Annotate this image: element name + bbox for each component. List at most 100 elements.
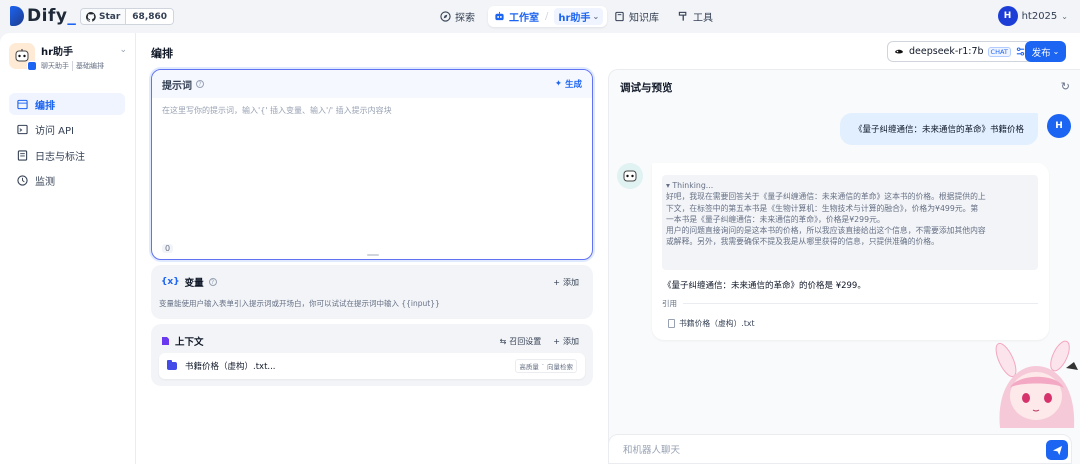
- nav-separator: /: [545, 11, 549, 22]
- bot-avatar: [617, 163, 643, 189]
- app-header[interactable]: hr助手 聊天助手 基础编排 ⌄: [9, 43, 127, 71]
- publish-button[interactable]: 发布 ⌄: [1025, 41, 1066, 62]
- app-icon: [9, 43, 37, 71]
- help-icon[interactable]: ?: [208, 278, 217, 286]
- variables-title: 变量: [184, 278, 204, 289]
- tag-index: 向量检索: [547, 363, 573, 371]
- logo-text: Dify_: [27, 6, 77, 26]
- variables-description: 变量能使用户输入表单引入提示词或开场白，你可以试试在提示词中输入 {{input…: [159, 299, 440, 308]
- anime-mascot-image: [995, 340, 1078, 428]
- user-menu[interactable]: H ht2025 ⌄: [997, 6, 1068, 26]
- chat-input[interactable]: 和机器人聊天: [608, 434, 1072, 464]
- plus-icon: +: [553, 336, 560, 346]
- nav-explore-label: 探索: [455, 13, 475, 24]
- user-message: 《量子纠缠通信：未来通信的革命》书籍价格: [840, 113, 1038, 145]
- generate-button[interactable]: ✦ 生成: [555, 78, 582, 90]
- citation-header: 引用: [662, 298, 1038, 309]
- app-sidebar: hr助手 聊天助手 基础编排 ⌄ 编排 访问 API 日志与标注 监测: [0, 33, 136, 464]
- thinking-line: 用户的问题直接询问的是这本书的价格，所以我应该直接给出这个信息，不需要添加其他内…: [666, 226, 986, 236]
- github-icon: [86, 11, 96, 22]
- citation-label: 引用: [662, 299, 677, 308]
- tag-separator: ·: [541, 361, 544, 369]
- nav-knowledge-label: 知识库: [629, 13, 659, 24]
- chevron-down-icon: ⌄: [1061, 11, 1068, 21]
- chevron-down-icon: ⌄: [1052, 47, 1060, 56]
- page-title: 编排: [151, 47, 173, 60]
- sidebar-item-label: 监测: [35, 176, 55, 188]
- sparkle-icon: ✦: [554, 79, 562, 89]
- logo-mark-icon: [10, 6, 24, 26]
- model-name: deepseek-r1:7b: [909, 46, 984, 57]
- prompt-placeholder[interactable]: 在这里写你的提示词，输入'{' 插入变量、输入'/' 插入提示内容块: [152, 98, 592, 123]
- context-panel: 上下文 ⇆ 召回设置 + 添加 书籍价格（虚构）.txt... 高质量 · 向量…: [151, 324, 593, 386]
- recall-settings-button[interactable]: ⇆ 召回设置: [500, 336, 542, 347]
- context-item-tags: 高质量 · 向量检索: [515, 359, 577, 373]
- sidebar-item-logs[interactable]: 日志与标注: [9, 144, 125, 166]
- user-avatar: H: [1047, 114, 1071, 138]
- github-star-button[interactable]: Star 68,860: [80, 8, 175, 25]
- sidebar-item-label: 日志与标注: [35, 151, 85, 163]
- thinking-line: 下文，在标签中的第五本书是《生物计算机：生物技术与计算的融合》，价格为¥499元…: [666, 203, 979, 213]
- user-avatar: H: [997, 6, 1018, 26]
- plus-icon: +: [553, 277, 560, 287]
- sidebar-item-api[interactable]: 访问 API: [9, 118, 125, 140]
- citation-file[interactable]: 书籍价格（虚构）.txt: [668, 318, 755, 329]
- divider: [683, 303, 1038, 304]
- app-switcher[interactable]: hr助手 ⌄: [554, 8, 604, 25]
- prompt-editor[interactable]: 提示词 ? ✦ 生成 在这里写你的提示词，输入'{' 插入变量、输入'/' 插入…: [151, 69, 593, 260]
- nav-explore[interactable]: 探索: [434, 6, 481, 27]
- sliders-icon: ⇆: [499, 336, 507, 346]
- variables-panel: {x} 变量 ? + 添加 变量能使用户输入表单引入提示词或开场白，你可以试试在…: [151, 265, 593, 319]
- chat-badge-icon: [27, 61, 37, 71]
- nav-knowledge[interactable]: 知识库: [608, 6, 665, 27]
- thinking-block[interactable]: ▾ Thinking... 好吧，我现在需要回答关于《量子纠缠通信：未来通信的革…: [662, 175, 1038, 270]
- resize-handle[interactable]: [367, 254, 379, 256]
- nav-tools-label: 工具: [693, 13, 713, 24]
- dify-logo[interactable]: Dify_: [10, 6, 76, 26]
- context-item[interactable]: 书籍价格（虚构）.txt... 高质量 · 向量检索: [159, 353, 585, 379]
- send-icon: [1052, 445, 1062, 455]
- monitor-icon: [17, 174, 28, 186]
- prompt-char-count: 0: [162, 244, 174, 253]
- thinking-line: 或解释。另外，我需要确保不提及我是从哪里获得的信息，只提供准确的价格。: [666, 237, 939, 247]
- robot-face-icon: [623, 170, 637, 182]
- sidebar-item-label: 编排: [35, 100, 55, 112]
- top-nav: Dify_ Star 68,860 探索 工作室 / hr助手 ⌄ 知识库 工具…: [0, 0, 1080, 33]
- sidebar-item-orchestrate[interactable]: 编排: [9, 93, 125, 115]
- book-icon: [615, 11, 624, 22]
- add-variable-button[interactable]: + 添加: [553, 277, 579, 288]
- nav-studio-label: 工作室: [509, 13, 539, 24]
- thinking-line: 一本书是《量子纠缠通信：未来通信的革命》，价格是¥299元。: [666, 214, 885, 224]
- current-app-label: hr助手: [558, 13, 591, 24]
- sidebar-item-monitor[interactable]: 监测: [9, 169, 125, 191]
- folder-icon: [167, 360, 177, 370]
- send-button[interactable]: [1046, 440, 1068, 460]
- layout-icon: [17, 99, 28, 109]
- help-icon[interactable]: ?: [196, 80, 204, 88]
- prompt-header: 提示词 ? ✦ 生成: [152, 70, 592, 98]
- nav-studio[interactable]: 工作室 / hr助手 ⌄: [488, 6, 608, 27]
- context-title: 上下文: [175, 337, 204, 348]
- app-mode: 聊天助手: [41, 62, 69, 70]
- bot-message: ▾ Thinking... 好吧，我现在需要回答关于《量子纠缠通信：未来通信的革…: [652, 163, 1049, 340]
- hammer-icon: [678, 11, 687, 21]
- add-variable-label: 添加: [563, 277, 579, 287]
- file-icon: [668, 319, 675, 328]
- debug-title: 调试与预览: [620, 82, 673, 94]
- user-name: ht2025: [1021, 10, 1058, 22]
- compass-icon: [440, 11, 451, 22]
- context-item-name: 书籍价格（虚构）.txt...: [185, 362, 276, 372]
- recall-settings-label: 召回设置: [509, 336, 542, 346]
- terminal-icon: [17, 124, 28, 134]
- model-selector[interactable]: deepseek-r1:7b CHAT: [887, 41, 1032, 62]
- github-star-count: 68,860: [125, 9, 174, 24]
- variable-icon: {x}: [161, 277, 180, 287]
- refresh-icon[interactable]: ↻: [1061, 80, 1070, 93]
- thinking-header[interactable]: ▾ Thinking...: [666, 180, 1034, 191]
- nav-tools[interactable]: 工具: [672, 6, 719, 27]
- sidebar-item-label: 访问 API: [35, 125, 74, 137]
- add-context-button[interactable]: + 添加: [553, 336, 579, 347]
- publish-label: 发布: [1031, 47, 1051, 59]
- generate-label: 生成: [564, 80, 582, 90]
- file-icon: [162, 337, 169, 345]
